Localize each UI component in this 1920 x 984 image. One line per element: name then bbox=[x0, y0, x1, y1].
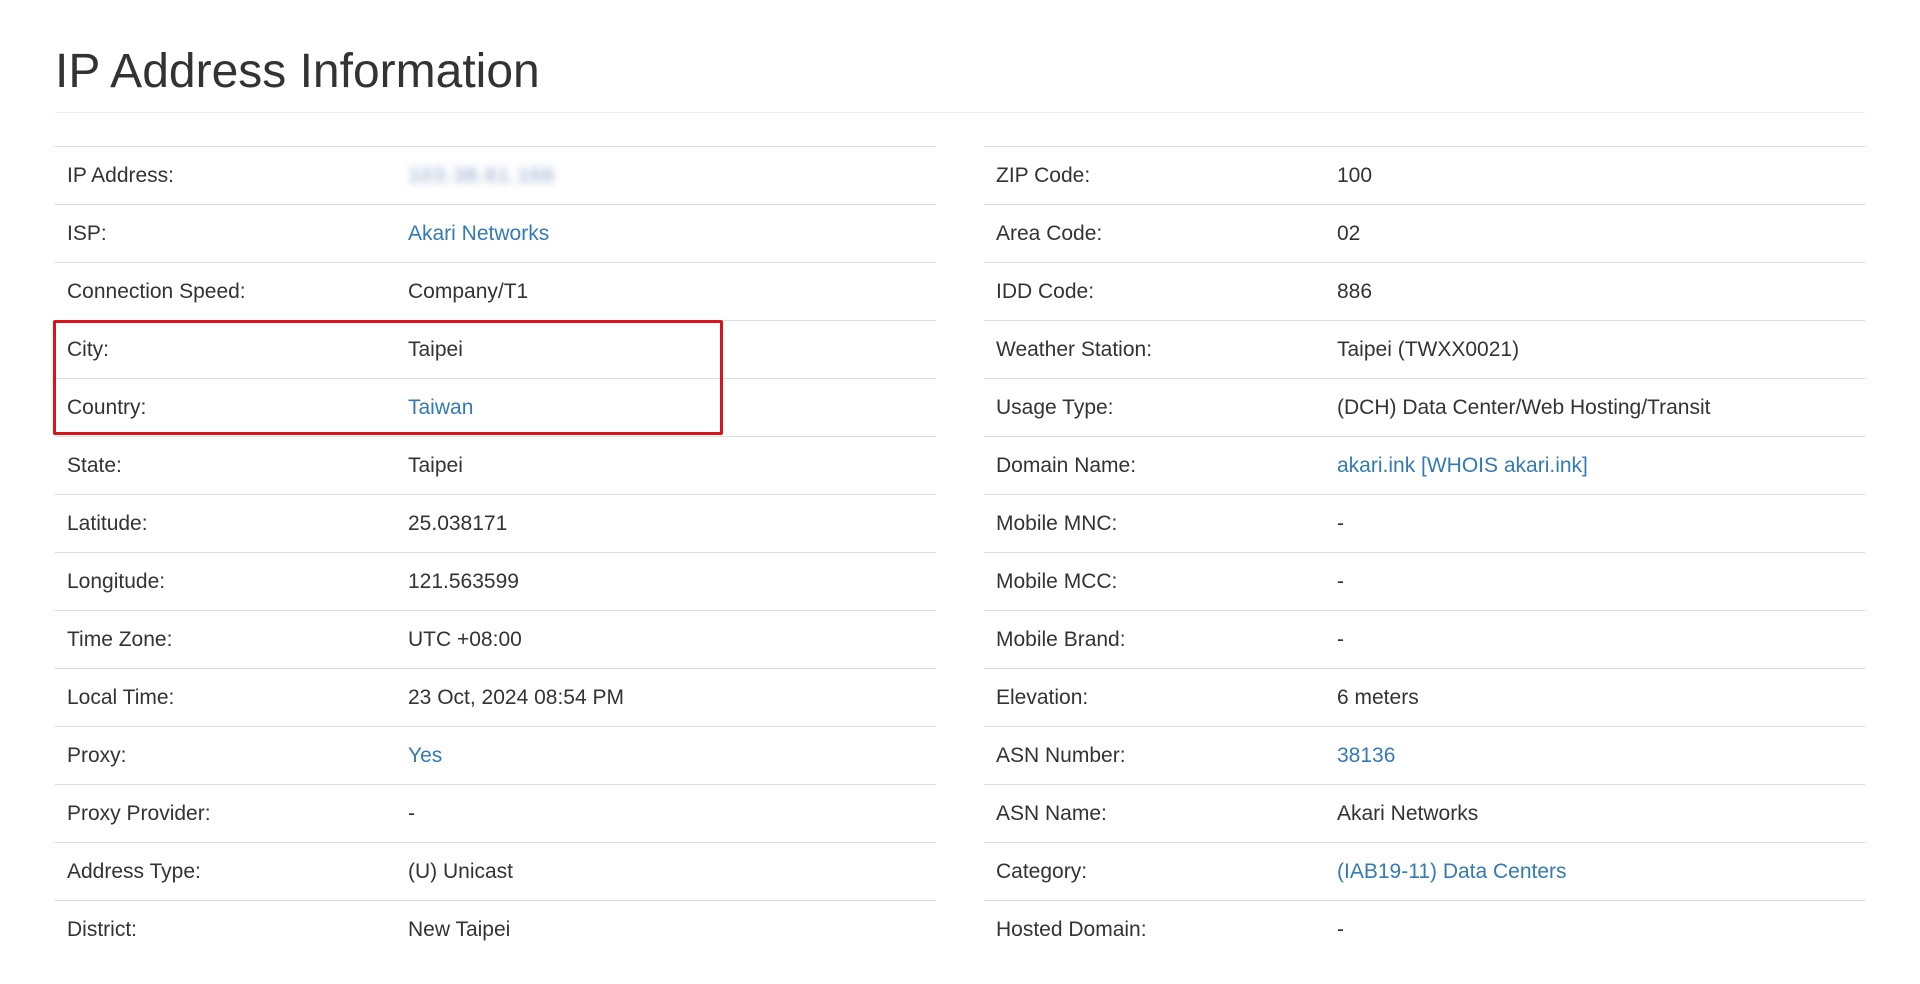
area-code-label: Area Code: bbox=[996, 221, 1103, 245]
info-row-zip-code: ZIP Code: 100 bbox=[984, 146, 1865, 204]
info-row-city: City: Taipei bbox=[55, 320, 936, 378]
area-code-value: 02 bbox=[1337, 221, 1361, 245]
mobile-mcc-label: Mobile MCC: bbox=[996, 569, 1118, 593]
asn-number-label: ASN Number: bbox=[996, 743, 1126, 767]
isp-value[interactable]: Akari Networks bbox=[408, 222, 936, 246]
address-type-value: (U) Unicast bbox=[408, 859, 514, 883]
usage-type-value: (DCH) Data Center/Web Hosting/Transit bbox=[1337, 395, 1711, 419]
address-type-label: Address Type: bbox=[67, 859, 201, 883]
info-row-longitude: Longitude: 121.563599 bbox=[55, 552, 936, 610]
page-title: IP Address Information bbox=[55, 45, 540, 98]
hosted-domain-label: Hosted Domain: bbox=[996, 917, 1147, 941]
idd-code-value: 886 bbox=[1337, 279, 1373, 303]
usage-type-label: Usage Type: bbox=[996, 395, 1114, 419]
info-row-ip-address: IP Address: 103.38.61.166 bbox=[55, 146, 936, 204]
state-value: Taipei bbox=[408, 453, 463, 477]
info-row-local-time: Local Time: 23 Oct, 2024 08:54 PM bbox=[55, 668, 936, 726]
info-row-connection-speed: Connection Speed: Company/T1 bbox=[55, 262, 936, 320]
idd-code-label: IDD Code: bbox=[996, 279, 1095, 303]
asn-number-value[interactable]: 38136 bbox=[1337, 744, 1865, 768]
info-table-left: IP Address: 103.38.61.166 ISP: Akari Networ… bbox=[55, 146, 936, 958]
proxy-provider-label: Proxy Provider: bbox=[67, 801, 211, 825]
info-row-hosted-domain: Hosted Domain: - bbox=[984, 900, 1865, 958]
info-row-usage-type: Usage Type: (DCH) Data Center/Web Hosting… bbox=[984, 378, 1865, 436]
country-value[interactable]: Taiwan bbox=[408, 396, 936, 420]
city-value: Taipei bbox=[408, 337, 463, 361]
time-zone-label: Time Zone: bbox=[67, 627, 173, 651]
longitude-label: Longitude: bbox=[67, 569, 166, 593]
time-zone-value: UTC +08:00 bbox=[408, 627, 522, 651]
info-row-mobile-mnc: Mobile MNC: - bbox=[984, 494, 1865, 552]
mobile-mnc-value: - bbox=[1337, 511, 1344, 535]
asn-name-value: Akari Networks bbox=[1337, 801, 1479, 825]
elevation-value: 6 meters bbox=[1337, 685, 1419, 709]
city-label: City: bbox=[67, 337, 109, 361]
info-table-right: ZIP Code: 100 Area Code: 02 IDD Code: 886 Weat… bbox=[984, 146, 1865, 958]
info-row-latitude: Latitude: 25.038171 bbox=[55, 494, 936, 552]
info-row-proxy: Proxy: Yes bbox=[55, 726, 936, 784]
domain-name-value[interactable]: akari.ink [WHOIS akari.ink] bbox=[1337, 454, 1865, 478]
mobile-mcc-value: - bbox=[1337, 569, 1344, 593]
info-row-proxy-provider: Proxy Provider: - bbox=[55, 784, 936, 842]
info-row-elevation: Elevation: 6 meters bbox=[984, 668, 1865, 726]
zip-code-value: 100 bbox=[1337, 163, 1373, 187]
local-time-label: Local Time: bbox=[67, 685, 175, 709]
longitude-value: 121.563599 bbox=[408, 569, 519, 593]
info-row-time-zone: Time Zone: UTC +08:00 bbox=[55, 610, 936, 668]
info-row-area-code: Area Code: 02 bbox=[984, 204, 1865, 262]
domain-name-label: Domain Name: bbox=[996, 453, 1137, 477]
info-row-state: State: Taipei bbox=[55, 436, 936, 494]
proxy-provider-value: - bbox=[408, 801, 415, 825]
info-row-asn-number: ASN Number: 38136 bbox=[984, 726, 1865, 784]
latitude-label: Latitude: bbox=[67, 511, 148, 535]
mobile-brand-value: - bbox=[1337, 627, 1344, 651]
info-row-domain-name: Domain Name: akari.ink [WHOIS akari.ink] bbox=[984, 436, 1865, 494]
proxy-value[interactable]: Yes bbox=[408, 744, 936, 768]
country-label: Country: bbox=[67, 395, 147, 419]
zip-code-label: ZIP Code: bbox=[996, 163, 1091, 187]
info-row-category: Category: (IAB19-11) Data Centers bbox=[984, 842, 1865, 900]
ip-address-blurred-value: 103.38.61.166 bbox=[408, 163, 556, 187]
title-divider bbox=[55, 112, 1865, 113]
mobile-mnc-label: Mobile MNC: bbox=[996, 511, 1118, 535]
asn-name-label: ASN Name: bbox=[996, 801, 1107, 825]
category-value[interactable]: (IAB19-11) Data Centers bbox=[1337, 860, 1865, 884]
ip-address-value: 103.38.61.166 bbox=[408, 164, 936, 188]
district-label: District: bbox=[67, 917, 137, 941]
elevation-label: Elevation: bbox=[996, 685, 1089, 709]
isp-label: ISP: bbox=[67, 221, 107, 245]
info-row-mobile-mcc: Mobile MCC: - bbox=[984, 552, 1865, 610]
info-row-idd-code: IDD Code: 886 bbox=[984, 262, 1865, 320]
state-label: State: bbox=[67, 453, 122, 477]
connection-speed-value: Company/T1 bbox=[408, 279, 529, 303]
weather-station-label: Weather Station: bbox=[996, 337, 1153, 361]
category-label: Category: bbox=[996, 859, 1088, 883]
info-row-asn-name: ASN Name: Akari Networks bbox=[984, 784, 1865, 842]
proxy-label: Proxy: bbox=[67, 743, 127, 767]
info-row-weather-station: Weather Station: Taipei (TWXX0021) bbox=[984, 320, 1865, 378]
info-row-isp: ISP: Akari Networks bbox=[55, 204, 936, 262]
latitude-value: 25.038171 bbox=[408, 511, 508, 535]
info-row-district: District: New Taipei bbox=[55, 900, 936, 958]
info-row-mobile-brand: Mobile Brand: - bbox=[984, 610, 1865, 668]
mobile-brand-label: Mobile Brand: bbox=[996, 627, 1126, 651]
info-row-country: Country: Taiwan bbox=[55, 378, 936, 436]
ip-address-label: IP Address: bbox=[67, 163, 175, 187]
hosted-domain-value: - bbox=[1337, 917, 1344, 941]
connection-speed-label: Connection Speed: bbox=[67, 279, 246, 303]
district-value: New Taipei bbox=[408, 917, 511, 941]
local-time-value: 23 Oct, 2024 08:54 PM bbox=[408, 685, 624, 709]
weather-station-value: Taipei (TWXX0021) bbox=[1337, 337, 1520, 361]
info-row-address-type: Address Type: (U) Unicast bbox=[55, 842, 936, 900]
